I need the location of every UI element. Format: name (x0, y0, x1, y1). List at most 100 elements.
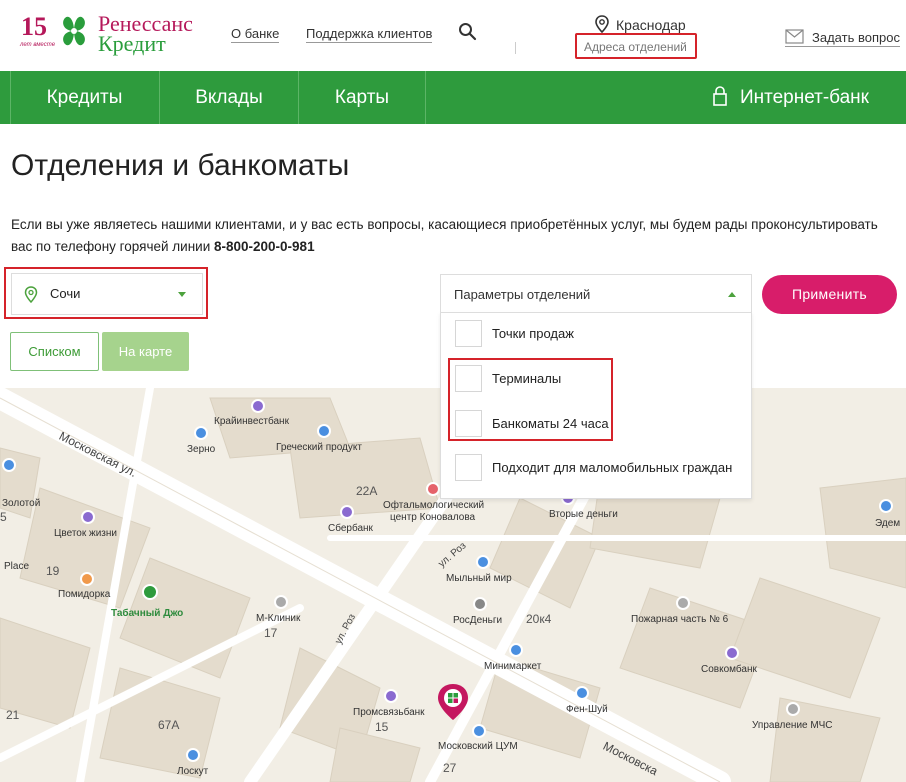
search-icon[interactable] (458, 22, 478, 42)
map-poi[interactable]: Лоскут (177, 748, 209, 777)
location-pin-icon (595, 15, 609, 34)
clinic-icon (274, 595, 288, 609)
option-label: Точки продаж (492, 326, 574, 341)
shop-icon (575, 686, 589, 700)
map-poi[interactable]: Офтальмологический (383, 482, 485, 511)
city-select-highlight (4, 267, 208, 319)
map-poi[interactable]: Помидорка (58, 572, 111, 600)
bank-logo[interactable]: 15 лет вместе Ренессанс Кредит (20, 12, 210, 56)
map-poi[interactable]: Мыльный мир (446, 555, 512, 584)
poi-label: Пожарная часть № 6 (631, 614, 729, 625)
nav-item-credits[interactable]: Кредиты (10, 71, 159, 124)
poi-label: Помидорка (58, 589, 111, 600)
map-poi[interactable]: Пожарная часть № 6 (631, 596, 729, 625)
map-poi[interactable]: Минимаркет (484, 643, 541, 672)
nav-item-deposits[interactable]: Вклады (160, 71, 298, 124)
map-poi[interactable]: Табачный Джо (111, 584, 183, 619)
shop-icon (509, 643, 523, 657)
option-label: Подходит для маломобильных граждан (492, 460, 733, 475)
medical-icon (426, 482, 440, 496)
poi-label: Крайинвестбанк (214, 416, 289, 427)
poi-label: Офтальмологический (383, 500, 485, 511)
house-number: 19 (46, 564, 60, 578)
nav-item-cards[interactable]: Карты (299, 71, 425, 124)
current-city-name: Краснодар (616, 17, 686, 33)
internet-bank-link[interactable]: Интернет-банк (713, 71, 869, 124)
map-poi[interactable]: РосДеньги (453, 597, 503, 626)
branch-params-select[interactable]: Параметры отделений (440, 274, 752, 313)
poi-label: Промсвязьбанк (353, 707, 425, 718)
header-divider (515, 42, 516, 54)
poi-label: Лоскут (177, 766, 209, 777)
anniversary-number: 15 (21, 12, 47, 41)
shop-icon (472, 724, 486, 738)
map-view-button[interactable]: На карте (102, 332, 189, 371)
bank-icon (725, 646, 739, 660)
poi-label: Управление МЧС (752, 720, 833, 731)
map-poi[interactable]: Фен-Шуй (566, 686, 608, 715)
map-poi[interactable]: М-Клиник (256, 595, 301, 624)
poi-label: Сбербанк (328, 523, 373, 534)
map-poi[interactable]: Place (4, 561, 29, 572)
poi-label: Цветок жизни (54, 528, 117, 539)
option-checkbox[interactable] (455, 320, 482, 347)
shop-icon (317, 424, 331, 438)
shop-icon (476, 555, 490, 569)
map-poi[interactable]: Зерно (187, 426, 216, 455)
map-poi[interactable]: Цветок жизни (54, 510, 117, 539)
bank-icon (251, 399, 265, 413)
chevron-up-icon (728, 292, 736, 297)
anniversary-badge: 15 лет вместе (20, 12, 56, 52)
poi-label: Place (4, 561, 30, 572)
lock-icon (713, 86, 727, 106)
map-poi[interactable]: Промсвязьбанк (353, 689, 425, 718)
map-poi[interactable]: Вторые деньги (549, 491, 618, 520)
house-number: 15 (375, 720, 389, 734)
logo-line-2: Кредит (98, 31, 166, 56)
poi-label: центр Коновалова (390, 512, 476, 523)
intro-text: Если вы уже являетесь нашими клиентами, … (11, 214, 881, 258)
map-poi[interactable]: центр Коновалова (390, 512, 475, 523)
poi-label: Зерно (187, 444, 216, 455)
map-poi[interactable]: Золотой (2, 458, 40, 509)
apply-button[interactable]: Применить (762, 275, 897, 314)
map-poi[interactable]: Эдем (875, 499, 900, 529)
branch-params-label: Параметры отделений (454, 287, 591, 302)
poi-label: Греческий продукт (276, 442, 362, 453)
page-title: Отделения и банкоматы (11, 149, 350, 182)
shop-icon (2, 458, 16, 472)
map-poi[interactable]: Сбербанк (328, 505, 373, 534)
hotline-number[interactable]: 8-800-200-0-981 (214, 239, 315, 254)
current-city[interactable]: Краснодар (594, 15, 686, 34)
ask-question-label: Задать вопрос (812, 30, 900, 45)
list-view-button[interactable]: Списком (10, 332, 99, 371)
poi-label: Мыльный мир (446, 573, 512, 584)
ask-question-link[interactable]: Задать вопрос (785, 29, 900, 47)
flower-icon (81, 510, 95, 524)
food-icon (80, 572, 94, 586)
map-poi[interactable]: Греческий продукт (276, 424, 362, 453)
bank-icon (384, 689, 398, 703)
poi-label: М-Клиник (256, 613, 301, 624)
map-poi[interactable]: Московский ЦУМ (438, 724, 518, 752)
government-icon (786, 702, 800, 716)
money-icon (473, 597, 487, 611)
map-poi[interactable]: Крайинвестбанк (214, 399, 289, 427)
house-number: 17 (264, 626, 278, 640)
branch-addresses-link[interactable]: Адреса отделений (584, 40, 687, 54)
client-support-link[interactable]: Поддержка клиентов (306, 26, 433, 43)
poi-label: РосДеньги (453, 615, 503, 626)
envelope-icon (785, 29, 804, 44)
house-number: 5 (0, 510, 7, 524)
about-bank-link[interactable]: О банке (231, 26, 280, 43)
shop-icon (142, 584, 158, 600)
nav-separator (425, 71, 426, 124)
shop-icon (186, 748, 200, 762)
map-poi[interactable]: Управление МЧС (752, 702, 833, 731)
poi-label: Совкомбанк (701, 664, 757, 675)
map-poi[interactable]: Совкомбанк (701, 646, 757, 675)
house-number: 21 (6, 708, 20, 722)
option-checkbox[interactable] (455, 454, 482, 481)
house-number: 67А (158, 718, 180, 732)
house-number: 20к4 (526, 612, 552, 626)
